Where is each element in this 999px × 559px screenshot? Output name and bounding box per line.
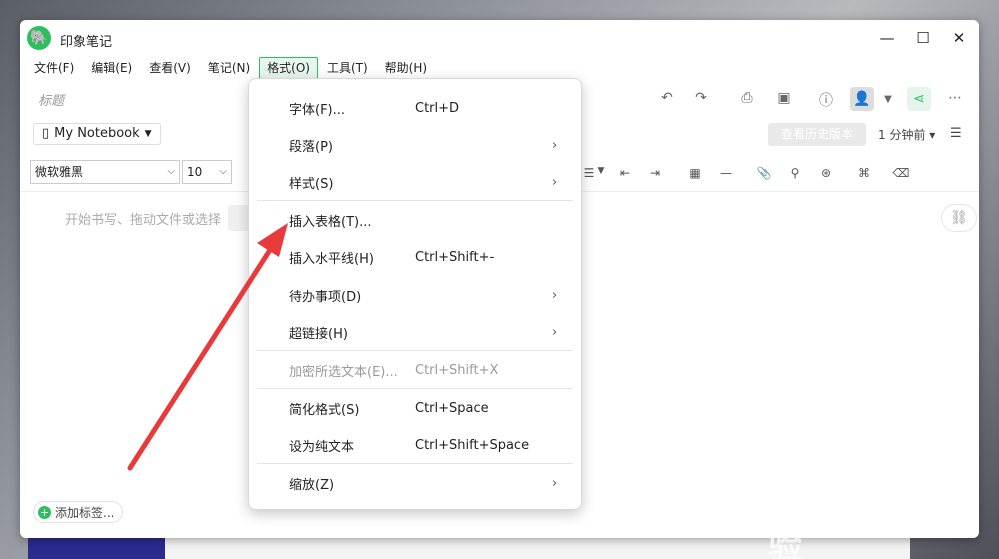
format-menu-encrypt: 加密所选文本(E)... Ctrl+Shift+X <box>249 352 581 389</box>
menu-item-label: 插入表格(T)... <box>289 215 372 230</box>
attachment-icon[interactable]: 📎 <box>755 166 773 180</box>
format-menu-plain-text[interactable]: 设为纯文本 Ctrl+Shift+Space <box>249 427 581 464</box>
format-menu-hyperlink[interactable]: 超链接(H) › <box>249 314 581 351</box>
menu-item-label: 超链接(H) <box>289 327 348 342</box>
chevron-right-icon: › <box>552 138 558 153</box>
pin-icon[interactable]: ⚲ <box>786 166 804 180</box>
table-icon[interactable]: ▦ <box>686 166 704 180</box>
format-menu-insert-table[interactable]: 插入表格(T)... <box>249 202 581 239</box>
format-menu-style[interactable]: 样式(S) › <box>249 164 581 201</box>
notebook-name: My Notebook <box>54 126 140 141</box>
link-icon[interactable]: ⛓ <box>941 204 977 232</box>
format-menu-zoom[interactable]: 缩放(Z) › <box>249 465 581 502</box>
menu-edit[interactable]: 编辑(E) <box>83 57 140 79</box>
menu-item-shortcut: Ctrl+Shift+X <box>415 363 499 378</box>
menu-file[interactable]: 文件(F) <box>26 57 82 79</box>
close-button[interactable]: ✕ <box>948 28 970 48</box>
watermark-text: Bai du 经验 <box>768 478 943 559</box>
redo-icon[interactable]: ↷ <box>691 90 711 106</box>
info-icon[interactable]: ⓘ <box>816 90 836 110</box>
horizontal-rule-icon[interactable]: — <box>717 166 735 180</box>
font-size-select[interactable]: 10 ⌵ <box>182 160 232 184</box>
watermark-url: jingyan.baidu.com <box>765 516 904 534</box>
menu-note[interactable]: 笔记(N) <box>200 57 258 79</box>
format-menu: 字体(F)... Ctrl+D 段落(P) › 样式(S) › 插入表格(T).… <box>248 78 582 510</box>
format-menu-simplify[interactable]: 简化格式(S) Ctrl+Space <box>249 390 581 427</box>
app-title: 印象笔记 <box>60 35 113 50</box>
menu-item-label: 待办事项(D) <box>289 290 362 305</box>
last-modified[interactable]: 1 分钟前 ▾ <box>878 126 935 143</box>
menu-item-label: 字体(F)... <box>289 103 346 118</box>
notebook-icon: ▯ <box>42 126 50 141</box>
menu-format[interactable]: 格式(O) <box>259 57 318 79</box>
menu-divider <box>257 200 573 201</box>
menu-item-label: 样式(S) <box>289 177 334 192</box>
chevron-down-icon[interactable]: ▼ <box>878 94 898 105</box>
menu-item-label: 段落(P) <box>289 140 333 155</box>
background-strip-blue <box>28 538 165 559</box>
format-menu-todo[interactable]: 待办事项(D) › <box>249 277 581 314</box>
caret-down-icon[interactable]: ▼ <box>592 166 610 176</box>
avatar[interactable]: 👤 <box>850 87 874 111</box>
format-menu-paragraph[interactable]: 段落(P) › <box>249 127 581 164</box>
more-icon[interactable]: ⋯ <box>945 90 965 106</box>
menu-help[interactable]: 帮助(H) <box>377 57 435 79</box>
note-body-placeholder[interactable]: 开始书写、拖动文件或选择 <box>65 209 221 228</box>
chevron-right-icon: › <box>552 288 558 303</box>
add-tag-button[interactable]: + 添加标签... <box>33 501 124 523</box>
share-icon[interactable]: ⋖ <box>907 87 931 111</box>
chevron-down-icon: ⌵ <box>167 166 175 177</box>
chevron-right-icon: › <box>552 476 558 491</box>
menu-divider <box>257 350 573 351</box>
menu-item-shortcut: Ctrl+D <box>415 101 460 116</box>
command-icon[interactable]: ⌘ <box>855 166 873 180</box>
plus-icon: + <box>38 505 51 519</box>
caret-down-icon: ▼ <box>144 129 152 139</box>
format-menu-insert-hr[interactable]: 插入水平线(H) Ctrl+Shift+- <box>249 239 581 276</box>
menu-item-label: 加密所选文本(E)... <box>289 365 398 380</box>
indent-icon[interactable]: ⇥ <box>646 166 664 180</box>
chevron-right-icon: › <box>552 175 558 190</box>
print-icon[interactable]: ⎙ <box>737 90 757 106</box>
font-family-select[interactable]: 微软雅黑 ⌵ <box>30 160 180 184</box>
history-button[interactable]: 查看历史版本 <box>768 123 866 146</box>
layout-icon[interactable]: ☰ <box>950 126 962 141</box>
menu-divider <box>257 388 573 389</box>
title-bar: 🐘 印象笔记 — ☐ ✕ <box>20 20 979 56</box>
chevron-down-icon: ⌵ <box>219 166 227 177</box>
menu-item-shortcut: Ctrl+Space <box>415 401 489 416</box>
menu-item-shortcut: Ctrl+Shift+- <box>415 250 495 265</box>
menu-view[interactable]: 查看(V) <box>141 57 199 79</box>
chevron-right-icon: › <box>552 325 558 340</box>
elephant-icon: 🐘 <box>27 26 51 50</box>
outdent-icon[interactable]: ⇤ <box>616 166 634 180</box>
menu-item-label: 缩放(Z) <box>289 478 335 493</box>
present-icon[interactable]: ▣ <box>774 90 794 106</box>
record-icon[interactable]: ⊛ <box>817 166 835 180</box>
menu-item-label: 简化格式(S) <box>289 403 360 418</box>
add-tag-label: 添加标签... <box>55 505 115 520</box>
menu-divider <box>257 463 573 464</box>
notebook-selector[interactable]: ▯ My Notebook ▼ <box>33 123 161 145</box>
note-title-input[interactable]: 标题 <box>38 90 64 109</box>
minimize-button[interactable]: — <box>876 28 898 48</box>
maximize-button[interactable]: ☐ <box>912 28 934 48</box>
menu-item-shortcut: Ctrl+Shift+Space <box>415 438 530 453</box>
menu-item-label: 插入水平线(H) <box>289 252 374 267</box>
format-menu-font[interactable]: 字体(F)... Ctrl+D <box>249 90 581 127</box>
baidu-watermark: Bai du 经验 jingyan.baidu.com <box>760 450 960 559</box>
menu-bar: 文件(F) 编辑(E) 查看(V) 笔记(N) 格式(O) 工具(T) 帮助(H… <box>26 57 436 79</box>
clear-format-icon[interactable]: ⌫ <box>892 166 910 180</box>
menu-tools[interactable]: 工具(T) <box>319 57 376 79</box>
menu-item-label: 设为纯文本 <box>289 440 355 455</box>
undo-icon[interactable]: ↶ <box>657 90 677 106</box>
